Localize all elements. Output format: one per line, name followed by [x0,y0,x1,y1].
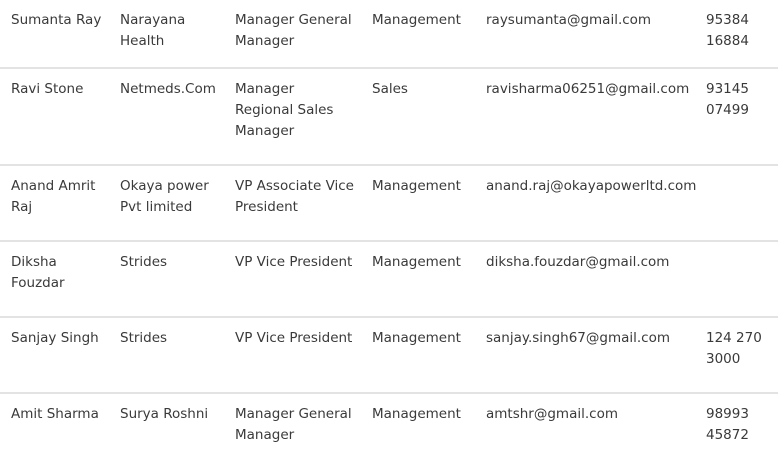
contact-name: Ravi Stone [11,81,84,97]
contact-email: sanjay.singh67@gmail.com [486,330,671,346]
contact-company: Okaya power Pvt limited [120,178,209,215]
contact-company: Strides [120,254,168,270]
contact-company: Strides [120,330,168,346]
contact-title: Manager General Manager [235,12,352,49]
table-row: Sumanta Ray Narayana Health Manager Gene… [0,0,778,69]
contact-title: VP Vice President [235,254,353,270]
contact-title: Manager Regional Sales Manager [235,81,334,139]
contact-department: Management [372,330,461,346]
contact-name: Sanjay Singh [11,330,99,346]
contact-title: Manager General Manager [235,406,352,443]
contact-department: Sales [372,81,408,97]
contact-name: Sumanta Ray [11,12,102,28]
contact-name: Amit Sharma [11,406,99,422]
contact-phone: 93145 07499 [706,81,749,118]
contact-company: Narayana Health [120,12,186,49]
table-row: Sanjay Singh Strides VP Vice President M… [0,318,778,394]
contact-email: ravisharma06251@gmail.com [486,81,690,97]
table-row: Anand Amrit Raj Okaya power Pvt limited … [0,166,778,242]
contact-company: Netmeds.Com [120,81,216,97]
table-row: Ravi Stone Netmeds.Com Manager Regional … [0,69,778,166]
contact-phone: 124 270 3000 [706,330,762,367]
contact-department: Management [372,254,461,270]
contact-email: diksha.fouzdar@gmail.com [486,254,670,270]
contact-department: Management [372,12,461,28]
table-row: Amit Sharma Surya Roshni Manager General… [0,394,778,460]
contact-phone: 98993 45872 [706,406,749,443]
contact-company: Surya Roshni [120,406,209,422]
contact-department: Management [372,406,461,422]
contact-name: Diksha Fouzdar [11,254,65,291]
contact-name: Anand Amrit Raj [11,178,96,215]
contact-email: amtshr@gmail.com [486,406,618,422]
contact-title: VP Associate Vice President [235,178,354,215]
contact-department: Management [372,178,461,194]
table-row: Diksha Fouzdar Strides VP Vice President… [0,242,778,318]
contact-phone: 95384 16884 [706,12,749,49]
contacts-table: Sumanta Ray Narayana Health Manager Gene… [0,0,778,460]
contact-email: anand.raj@okayapowerltd.com [486,178,697,194]
contact-email: raysumanta@gmail.com [486,12,652,28]
contact-title: VP Vice President [235,330,353,346]
